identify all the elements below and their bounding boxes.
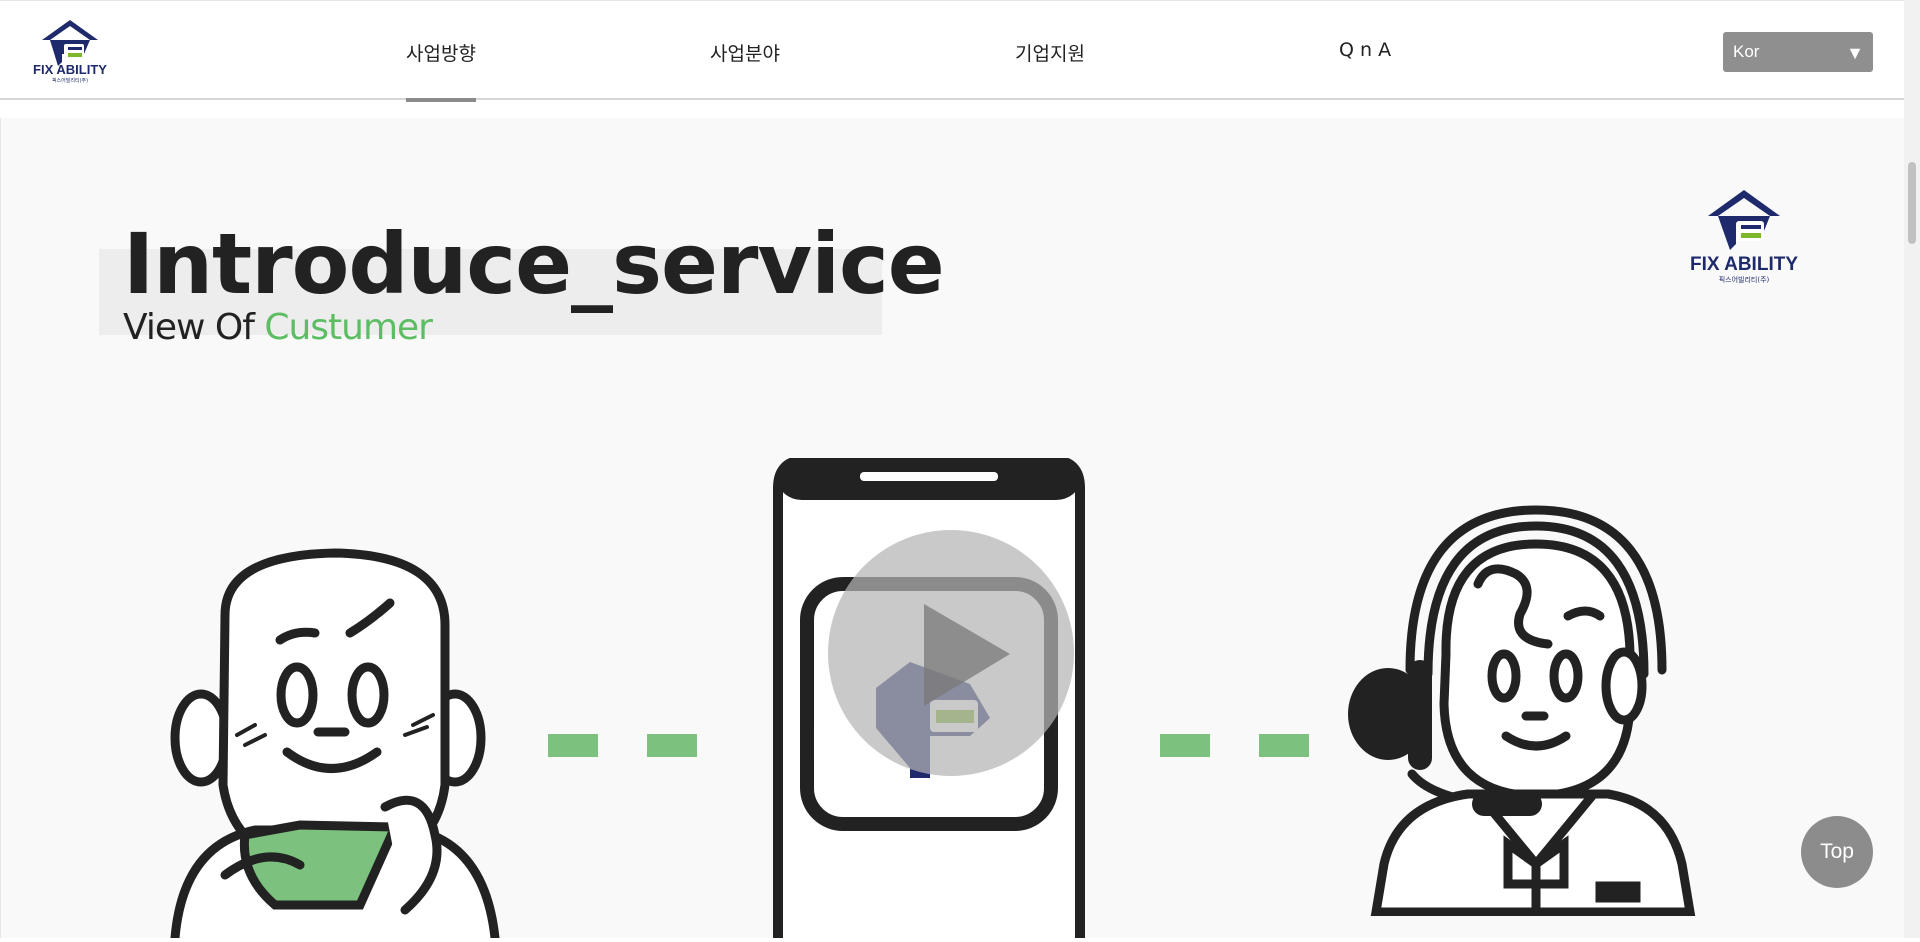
connector-dash (1259, 734, 1309, 757)
connector-dash (1160, 734, 1210, 757)
svg-text:FIX ABILITY: FIX ABILITY (1690, 254, 1798, 275)
nav-item-corporate-support[interactable]: 기업지원 (1015, 39, 1085, 66)
subtitle-accent: Custumer (264, 307, 433, 348)
svg-text:FIX ABILITY: FIX ABILITY (33, 62, 107, 77)
connector-dash (548, 734, 598, 757)
nav-item-qna[interactable]: Q n A (1339, 39, 1391, 61)
site-header: FIX ABILITY 픽스어빌리티(주) 사업방향 사업분야 기업지원 Q n… (0, 0, 1904, 102)
nav-item-business-direction[interactable]: 사업방향 (406, 39, 476, 102)
page-title: Introduce_service (123, 215, 945, 313)
customer-illustration (165, 545, 515, 942)
page-subtitle: View Of Custumer (123, 307, 433, 348)
connector-dash (647, 734, 697, 757)
language-select-value: Kor (1733, 42, 1760, 61)
play-icon (924, 604, 1010, 706)
brand-logo: FIX ABILITY 픽스어빌리티(주) (1680, 186, 1808, 286)
video-play-button[interactable] (828, 530, 1074, 776)
subtitle-prefix: View Of (123, 307, 265, 348)
scrollbar-thumb[interactable] (1908, 162, 1916, 244)
page-scrollbar[interactable] (1904, 0, 1920, 938)
site-logo[interactable]: FIX ABILITY 픽스어빌리티(주) (28, 18, 112, 84)
chevron-down-icon: ▼ (1846, 43, 1864, 63)
scroll-to-top-button[interactable]: Top (1801, 816, 1873, 888)
language-select[interactable]: Kor ▼ (1723, 32, 1873, 72)
svg-text:픽스어빌리티(주): 픽스어빌리티(주) (52, 77, 88, 84)
svg-text:픽스어빌리티(주): 픽스어빌리티(주) (1719, 275, 1770, 284)
nav-item-business-field[interactable]: 사업분야 (710, 39, 780, 66)
operator-illustration (1338, 504, 1710, 919)
